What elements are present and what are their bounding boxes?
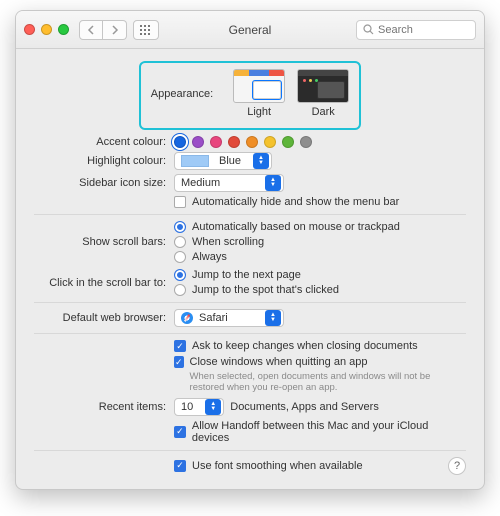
- browser-value: Safari: [199, 312, 228, 324]
- forward-button[interactable]: [103, 20, 127, 40]
- recent-value: 10: [181, 401, 193, 413]
- highlight-value: Blue: [219, 155, 241, 167]
- scroll-radio[interactable]: [174, 251, 186, 263]
- titlebar: General: [16, 11, 484, 49]
- highlight-swatch-icon: [181, 155, 209, 167]
- appearance-dark-icon: [297, 69, 349, 103]
- window-controls: [24, 24, 69, 35]
- appearance-label: Appearance:: [151, 88, 221, 100]
- accent-color-option[interactable]: [300, 136, 312, 148]
- divider: [34, 450, 466, 451]
- divider: [34, 214, 466, 215]
- search-icon: [363, 24, 374, 35]
- appearance-light-option[interactable]: Light: [233, 69, 285, 118]
- accent-color-picker: [174, 136, 312, 148]
- clickbar-radio[interactable]: [174, 284, 186, 296]
- recent-label: Recent items:: [34, 401, 174, 413]
- content-area: Appearance: Light Dark Accent colour: Hi…: [16, 49, 484, 489]
- sidebar-size-value: Medium: [181, 177, 220, 189]
- help-button[interactable]: ?: [448, 457, 466, 475]
- scroll-label: Show scroll bars:: [34, 236, 174, 248]
- autohide-menu-label: Automatically hide and show the menu bar: [192, 196, 399, 208]
- popup-arrows-icon: ▲▼: [265, 310, 281, 326]
- appearance-light-icon: [233, 69, 285, 103]
- browser-label: Default web browser:: [34, 312, 174, 324]
- handoff-label: Allow Handoff between this Mac and your …: [192, 420, 466, 444]
- show-all-button[interactable]: [133, 20, 159, 40]
- font-smoothing-checkbox[interactable]: ✓: [174, 460, 186, 472]
- scroll-radio[interactable]: [174, 236, 186, 248]
- appearance-light-label: Light: [247, 106, 271, 118]
- accent-color-option[interactable]: [246, 136, 258, 148]
- accent-color-option[interactable]: [282, 136, 294, 148]
- accent-color-option[interactable]: [174, 136, 186, 148]
- autohide-menu-checkbox[interactable]: [174, 196, 186, 208]
- scroll-radio[interactable]: [174, 221, 186, 233]
- accent-label: Accent colour:: [34, 136, 174, 148]
- divider: [34, 333, 466, 334]
- scroll-option-label: Automatically based on mouse or trackpad: [192, 221, 400, 233]
- sidebar-size-popup[interactable]: Medium ▲▼: [174, 174, 284, 192]
- zoom-window-button[interactable]: [58, 24, 69, 35]
- clickbar-option-label: Jump to the next page: [192, 269, 301, 281]
- close-window-button[interactable]: [24, 24, 35, 35]
- clickbar-option-label: Jump to the spot that's clicked: [192, 284, 339, 296]
- popup-arrows-icon: ▲▼: [265, 175, 281, 191]
- scroll-option-label: Always: [192, 251, 227, 263]
- search-input[interactable]: [378, 24, 468, 36]
- clickbar-radio[interactable]: [174, 269, 186, 281]
- accent-color-option[interactable]: [228, 136, 240, 148]
- clickbar-label: Click in the scroll bar to:: [34, 277, 174, 289]
- highlight-popup[interactable]: Blue ▲▼: [174, 152, 272, 170]
- scroll-option-label: When scrolling: [192, 236, 264, 248]
- minimize-window-button[interactable]: [41, 24, 52, 35]
- accent-color-option[interactable]: [264, 136, 276, 148]
- divider: [34, 302, 466, 303]
- safari-icon: [181, 312, 193, 324]
- popup-arrows-icon: ▲▼: [253, 153, 269, 169]
- accent-color-option[interactable]: [192, 136, 204, 148]
- handoff-checkbox[interactable]: ✓: [174, 426, 186, 438]
- recent-suffix: Documents, Apps and Servers: [230, 401, 379, 413]
- font-smoothing-label: Use font smoothing when available: [192, 460, 363, 472]
- general-prefs-window: General Appearance: Light Dark Accent co…: [15, 10, 485, 490]
- appearance-dark-option[interactable]: Dark: [297, 69, 349, 118]
- appearance-dark-label: Dark: [312, 106, 335, 118]
- close-quit-checkbox[interactable]: ✓: [174, 356, 184, 368]
- popup-arrows-icon: ▲▼: [205, 399, 221, 415]
- accent-color-option[interactable]: [210, 136, 222, 148]
- clickbar-radio-group: Jump to the next page Jump to the spot th…: [174, 269, 339, 296]
- ask-keep-checkbox[interactable]: ✓: [174, 340, 186, 352]
- appearance-highlight: Appearance: Light Dark: [139, 61, 361, 130]
- browser-popup[interactable]: Safari ▲▼: [174, 309, 284, 327]
- ask-keep-label: Ask to keep changes when closing documen…: [192, 340, 418, 352]
- recent-popup[interactable]: 10 ▲▼: [174, 398, 224, 416]
- search-field[interactable]: [356, 20, 476, 40]
- close-quit-hint: When selected, open documents and window…: [190, 371, 466, 394]
- nav-back-forward: [79, 20, 127, 40]
- highlight-label: Highlight colour:: [34, 155, 174, 167]
- close-quit-label: Close windows when quitting an app: [190, 356, 466, 368]
- sidebar-size-label: Sidebar icon size:: [34, 177, 174, 189]
- back-button[interactable]: [79, 20, 103, 40]
- scroll-radio-group: Automatically based on mouse or trackpad…: [174, 221, 400, 263]
